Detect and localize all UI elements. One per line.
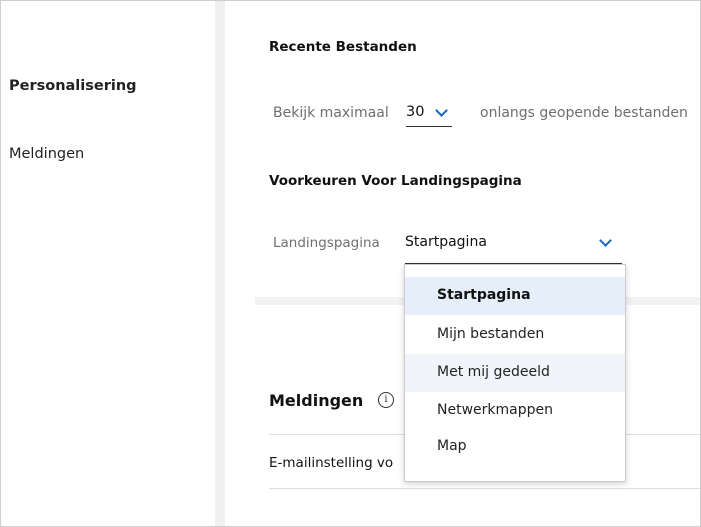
- dropdown-option-netwerkmappen[interactable]: Netwerkmappen: [405, 392, 625, 430]
- landing-heading: Voorkeuren Voor Landingspagina: [269, 173, 522, 189]
- recent-files-heading: Recente Bestanden: [269, 39, 417, 55]
- option-label: Met mij gedeeld: [437, 364, 550, 380]
- chevron-down-icon: [435, 104, 448, 117]
- chevron-down-icon: [599, 234, 612, 247]
- dropdown-option-map[interactable]: Map: [405, 431, 625, 469]
- recent-files-suffix: onlangs geopende bestanden: [480, 105, 688, 121]
- option-label: Map: [437, 438, 467, 454]
- recent-files-count-value: 30: [406, 104, 425, 120]
- settings-window: Personalisering Meldingen Recente Bestan…: [0, 0, 701, 527]
- sidebar-item-personalisering[interactable]: Personalisering: [9, 78, 137, 94]
- recent-files-count-select[interactable]: 30: [406, 102, 452, 127]
- landing-page-value: Startpagina: [405, 234, 487, 250]
- option-label: Netwerkmappen: [437, 402, 553, 418]
- sidebar-divider: [215, 1, 225, 526]
- notifications-heading: Meldingen: [269, 391, 364, 410]
- dropdown-option-startpagina[interactable]: Startpagina: [405, 277, 625, 315]
- divider: [269, 488, 700, 489]
- option-label: Startpagina: [437, 287, 531, 303]
- landing-page-dropdown: Startpagina Mijn bestanden Met mij gedee…: [404, 264, 626, 482]
- dropdown-option-mijn-bestanden[interactable]: Mijn bestanden: [405, 316, 625, 354]
- email-setting-label: E-mailinstelling vo: [269, 455, 394, 471]
- dropdown-option-met-mij-gedeeld[interactable]: Met mij gedeeld: [405, 354, 625, 392]
- landing-label: Landingspagina: [273, 235, 380, 251]
- info-icon[interactable]: i: [378, 392, 394, 408]
- recent-files-prefix: Bekijk maximaal: [273, 105, 389, 121]
- option-label: Mijn bestanden: [437, 326, 545, 342]
- sidebar: Personalisering Meldingen: [1, 1, 215, 526]
- sidebar-item-meldingen[interactable]: Meldingen: [9, 146, 84, 162]
- main-content: Recente Bestanden Bekijk maximaal 30 onl…: [225, 1, 700, 526]
- landing-page-select[interactable]: Startpagina: [405, 229, 622, 264]
